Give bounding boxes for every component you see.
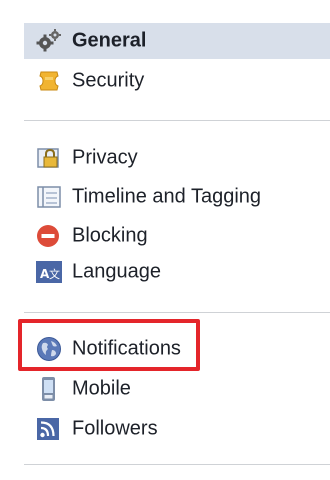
sidebar-item-label: Privacy: [72, 146, 138, 169]
block-icon: [36, 223, 62, 249]
notifications-highlight-outline: [18, 319, 200, 371]
sidebar-item-label: Security: [72, 69, 145, 92]
sidebar-item-timeline-and-tagging[interactable]: Timeline and Tagging: [24, 179, 330, 215]
sidebar-item-label: Blocking: [72, 224, 148, 247]
sidebar-item-general[interactable]: General: [24, 23, 330, 59]
badge-icon: [36, 68, 62, 94]
phone-icon: [36, 376, 62, 402]
sidebar-item-mobile[interactable]: Mobile: [24, 371, 330, 407]
sidebar-item-label: Mobile: [72, 377, 131, 400]
divider: [24, 120, 330, 121]
rss-icon: [36, 416, 62, 442]
timeline-icon: [36, 184, 62, 210]
svg-text:文: 文: [49, 267, 60, 281]
settings-sidebar: General Security Privacy Timeline and Ta…: [18, 0, 330, 480]
sidebar-item-label: Timeline and Tagging: [72, 185, 262, 208]
sidebar-item-blocking[interactable]: Blocking: [24, 218, 330, 254]
divider: [24, 312, 330, 313]
divider: [24, 464, 330, 465]
gears-icon: [36, 28, 62, 54]
sidebar-item-followers[interactable]: Followers: [24, 411, 330, 447]
language-icon: A 文: [36, 259, 62, 285]
sidebar-item-language[interactable]: A 文 Language: [24, 254, 330, 290]
sidebar-item-privacy[interactable]: Privacy: [24, 140, 330, 176]
sidebar-item-label: Followers: [72, 417, 158, 440]
sidebar-item-security[interactable]: Security: [24, 63, 330, 99]
sidebar-item-label: Language: [72, 260, 161, 283]
lock-icon: [36, 145, 62, 171]
sidebar-item-label: General: [72, 29, 147, 52]
